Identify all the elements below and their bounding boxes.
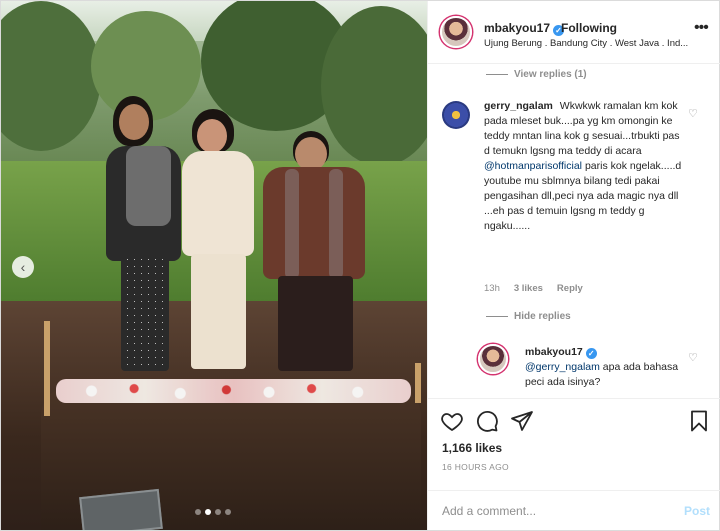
verified-badge-icon: ✓ — [585, 348, 597, 359]
grave-stake — [415, 363, 421, 403]
carousel-dot — [215, 509, 221, 515]
replies-divider-line — [486, 316, 508, 317]
add-comment-bar: Post — [428, 490, 720, 531]
post-side-panel: mbakyou17 ✓ Following Ujung Berung . Band… — [427, 1, 720, 530]
comment-like-heart-icon[interactable]: ♡ — [688, 107, 698, 120]
comment-time[interactable]: 13h — [484, 283, 500, 294]
post-actions: 1,166 likes 16 HOURS AGO Post — [428, 398, 720, 530]
replies-divider-line — [486, 74, 508, 75]
commenter-avatar[interactable] — [442, 101, 470, 129]
post-comment-button[interactable]: Post — [684, 504, 710, 518]
carousel-dot-active — [205, 509, 211, 515]
comment-icon[interactable] — [475, 409, 499, 433]
commenter-username[interactable]: gerry_ngalam — [484, 100, 553, 112]
comment-input[interactable] — [442, 502, 662, 520]
reply-author-avatar[interactable] — [478, 344, 508, 374]
carousel-dot — [225, 509, 231, 515]
share-icon[interactable] — [510, 409, 534, 433]
flower-petals — [56, 379, 411, 403]
post-header: mbakyou17 ✓ Following Ujung Berung . Band… — [428, 1, 720, 64]
hide-replies-label: Hide replies — [514, 311, 571, 322]
comment-meta: 13h 3 likes Reply — [484, 283, 583, 294]
view-replies-button[interactable]: View replies (1) — [486, 69, 587, 80]
photo-tree — [321, 6, 427, 166]
reply-username[interactable]: mbakyou17 ✓ — [525, 346, 597, 359]
grave-stake — [44, 321, 50, 416]
reply-text: mbakyou17 ✓ @gerry_ngalam apa ada bahasa … — [525, 345, 685, 390]
post-photo[interactable]: ‹ — [1, 1, 427, 530]
reply-like-heart-icon[interactable]: ♡ — [688, 351, 698, 364]
mention-link[interactable]: @gerry_ngalam — [525, 361, 600, 373]
carousel-dot — [195, 509, 201, 515]
author-username[interactable]: mbakyou17 ✓ — [484, 21, 565, 36]
bookmark-icon[interactable] — [687, 409, 711, 433]
comment-likes[interactable]: 3 likes — [514, 283, 543, 294]
previous-photo-button[interactable]: ‹ — [12, 256, 34, 278]
post-modal: ‹ mbakyou17 ✓ Following Ujung Berung . Ba… — [0, 0, 720, 531]
post-time-ago[interactable]: 16 HOURS AGO — [442, 462, 509, 472]
likes-count[interactable]: 1,166 likes — [442, 441, 502, 455]
heart-icon[interactable] — [440, 409, 464, 433]
comments-list[interactable]: View replies (1) gerry_ngalam Wkwkwk ram… — [428, 65, 720, 398]
headstone — [79, 488, 163, 530]
hide-replies-button[interactable]: Hide replies — [486, 311, 571, 322]
post-location[interactable]: Ujung Berung . Bandung City . West Java … — [484, 38, 706, 49]
more-horizontal-icon[interactable]: ••• — [694, 19, 709, 37]
author-avatar[interactable] — [440, 16, 472, 48]
view-replies-label: View replies (1) — [514, 69, 587, 80]
mention-link[interactable]: @hotmanparisofficial — [484, 160, 582, 172]
chevron-left-icon: ‹ — [20, 259, 26, 275]
reply-username-text[interactable]: mbakyou17 — [525, 346, 583, 358]
reply-button[interactable]: Reply — [557, 283, 583, 294]
follow-status-button[interactable]: Following — [561, 21, 617, 35]
author-username-text[interactable]: mbakyou17 — [484, 21, 550, 35]
carousel-dots — [195, 509, 231, 515]
comment-text: gerry_ngalam Wkwkwk ramalan km kok pada … — [484, 99, 684, 234]
